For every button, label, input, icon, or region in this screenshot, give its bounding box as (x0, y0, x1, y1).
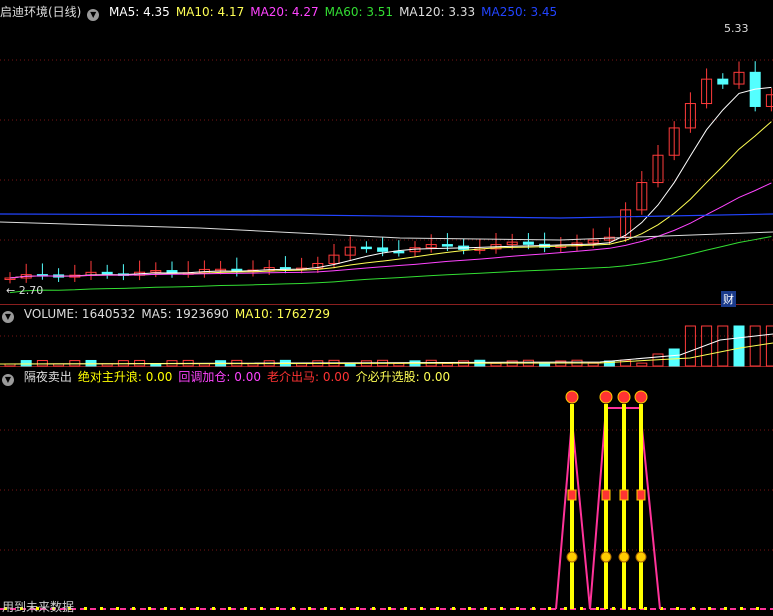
baseline-dot (84, 607, 87, 610)
candle-body (101, 271, 113, 275)
baseline-dot (628, 607, 631, 610)
volume-bar (668, 348, 680, 367)
money-bag-icon (566, 551, 578, 563)
high-price-label: 5.33 (724, 22, 749, 35)
volume-bar (36, 360, 48, 367)
ma250-line (0, 213, 773, 219)
candle-body (765, 94, 773, 107)
baseline-dot (148, 607, 151, 610)
buy-marker-icon (636, 489, 646, 501)
arrow-up-icon (634, 390, 648, 404)
buy-marker-icon (567, 489, 577, 501)
baseline-dot (436, 607, 439, 610)
baseline-dot (532, 607, 535, 610)
baseline-dot (596, 607, 599, 610)
baseline-dot (180, 607, 183, 610)
buy-marker-icon (619, 489, 629, 501)
candle-body (377, 247, 389, 252)
baseline-dot (308, 607, 311, 610)
baseline-dot (644, 607, 647, 610)
volume-bar (441, 362, 453, 367)
candle-body (522, 241, 534, 245)
baseline-dot (484, 607, 487, 610)
candle-body (441, 244, 453, 247)
baseline-dot (100, 607, 103, 610)
money-bag-icon (618, 551, 630, 563)
ma60-line (9, 235, 772, 294)
candle-body (360, 246, 372, 250)
volume-bar (393, 362, 405, 367)
low-price-label: ← 2.70 (6, 284, 44, 297)
baseline-dot (516, 607, 519, 610)
volume-bar (717, 325, 729, 367)
baseline-dot (404, 607, 407, 610)
baseline-dot (740, 607, 743, 610)
baseline-dot (612, 607, 615, 610)
baseline-dot (324, 607, 327, 610)
volume-bar (587, 362, 599, 367)
kline-chart[interactable] (0, 0, 773, 616)
baseline-dot (356, 607, 359, 610)
baseline-dot (372, 607, 375, 610)
arrow-up-icon (617, 390, 631, 404)
ma20-line (9, 182, 772, 279)
baseline-dot (676, 607, 679, 610)
arrow-up-icon (599, 390, 613, 404)
baseline-dot (212, 607, 215, 610)
baseline-dot (196, 607, 199, 610)
baseline-dot (564, 607, 567, 610)
baseline-dot (388, 607, 391, 610)
baseline-dot (164, 607, 167, 610)
volume-bar (765, 325, 773, 367)
baseline-dot (500, 607, 503, 610)
baseline-dot (116, 607, 119, 610)
baseline-dot (292, 607, 295, 610)
baseline-dot (276, 607, 279, 610)
volume-bar (733, 325, 745, 367)
baseline-dot (260, 607, 263, 610)
baseline-dot (132, 607, 135, 610)
baseline-dot (244, 607, 247, 610)
ma120-line (0, 221, 773, 241)
baseline-dot (756, 607, 759, 610)
baseline-dot (708, 607, 711, 610)
baseline-dot (468, 607, 471, 610)
baseline-dot (452, 607, 455, 610)
baseline-dot (724, 607, 727, 610)
footer-note: 用到未来数据 (2, 600, 75, 614)
baseline-dot (692, 607, 695, 610)
baseline-dot (228, 607, 231, 610)
buy-marker-icon (601, 489, 611, 501)
arrow-up-icon (565, 390, 579, 404)
candle-body (717, 78, 729, 85)
baseline-dot (420, 607, 423, 610)
ma10-line (9, 121, 772, 279)
money-bag-icon (635, 551, 647, 563)
finance-badge[interactable]: 财 (721, 291, 736, 307)
volume-bar (636, 362, 648, 367)
volume-bar (490, 362, 502, 367)
volume-bar (539, 362, 551, 367)
volume-bar (20, 360, 32, 367)
baseline-dot (548, 607, 551, 610)
baseline-dot (580, 607, 583, 610)
baseline-dot (340, 607, 343, 610)
money-bag-icon (600, 551, 612, 563)
volume-bar (684, 325, 696, 367)
